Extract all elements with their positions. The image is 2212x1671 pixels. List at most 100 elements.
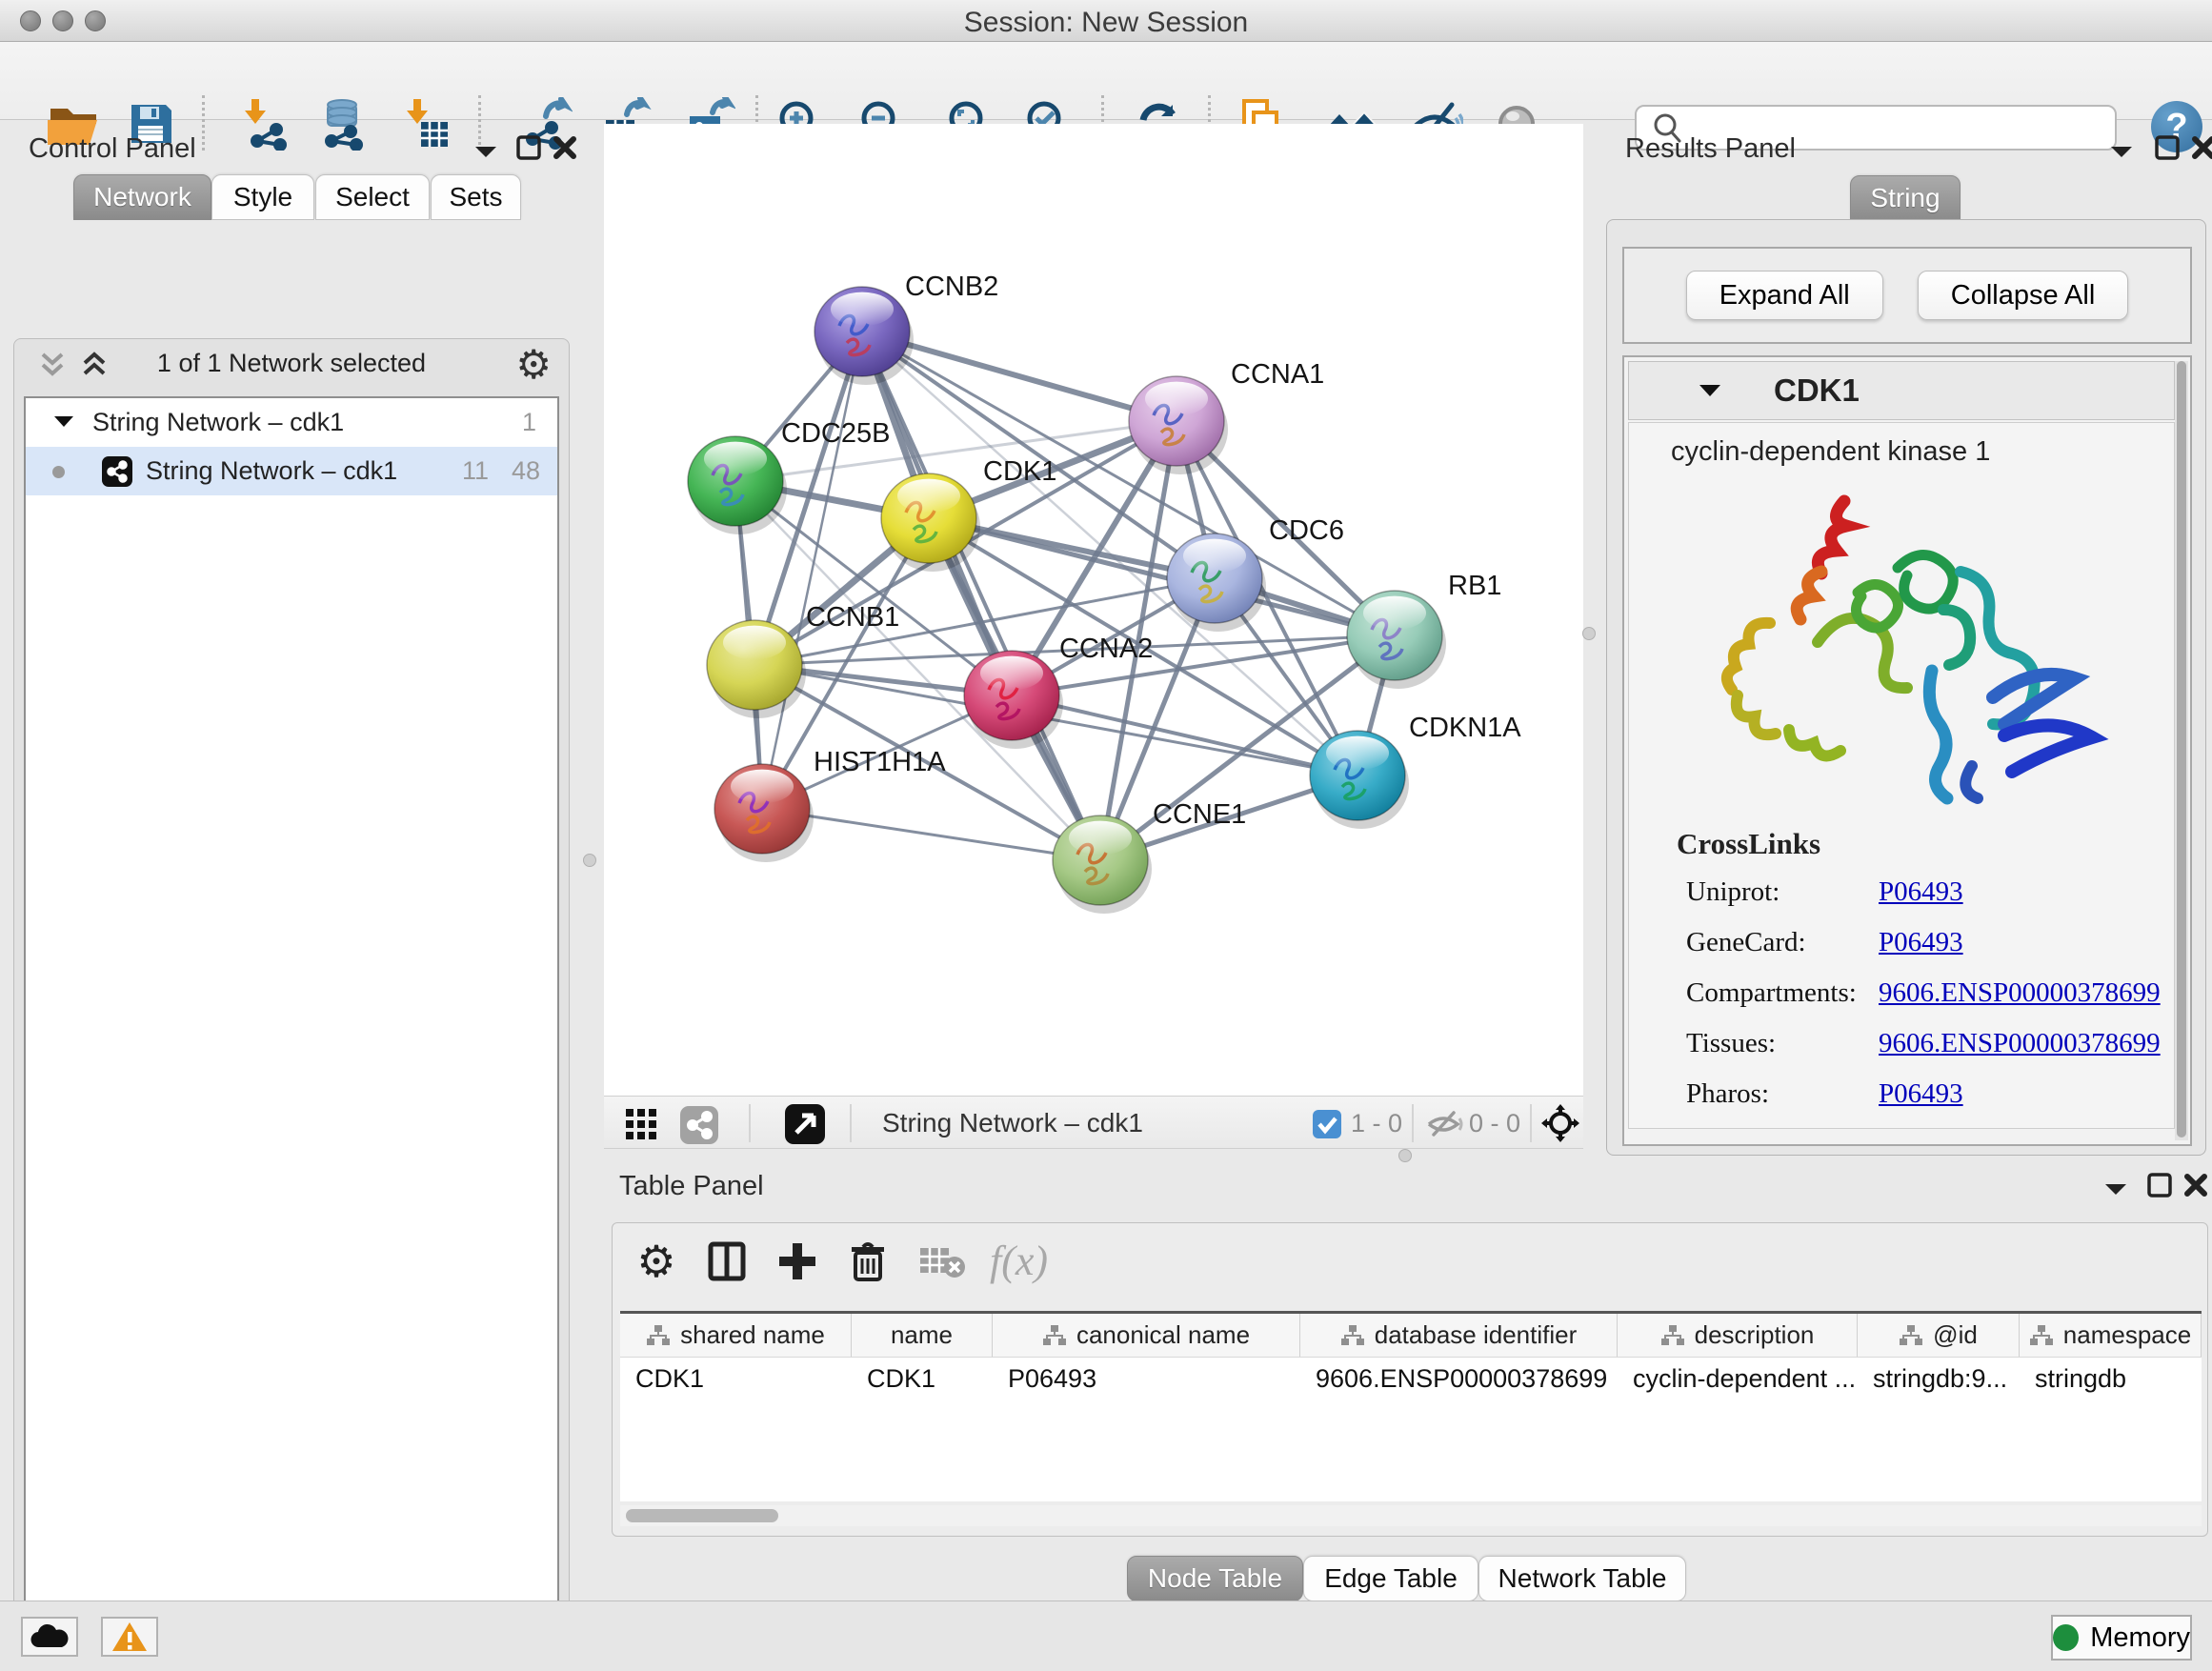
node-RB1[interactable]: RB1 xyxy=(1347,571,1501,689)
crosslink-link[interactable]: P06493 xyxy=(1879,1078,1963,1110)
fit-content-crosshair-icon[interactable] xyxy=(1541,1104,1579,1142)
table-cell-namespace[interactable]: stringdb xyxy=(2020,1358,2202,1400)
tab-network-table[interactable]: Network Table xyxy=(1478,1556,1686,1601)
panel-menu-icon[interactable] xyxy=(2107,143,2136,160)
node-label-CDC6: CDC6 xyxy=(1269,515,1344,546)
table-cell--id[interactable]: stringdb:9... xyxy=(1858,1358,2020,1400)
titlebar: Session: New Session xyxy=(0,0,2212,42)
node-label-CDKN1A: CDKN1A xyxy=(1409,713,1521,743)
node-label-CCNB2: CCNB2 xyxy=(905,272,998,302)
table-cell-description[interactable]: cyclin-dependent ... xyxy=(1618,1358,1858,1400)
node-CCNA1[interactable]: CCNA1 xyxy=(1129,359,1324,474)
column-header-name[interactable]: name xyxy=(852,1314,993,1357)
results-scrollbar-thumb[interactable] xyxy=(2177,361,2186,1137)
network-share-view-icon[interactable] xyxy=(680,1106,718,1144)
expand-all-button[interactable]: Expand All xyxy=(1686,271,1883,320)
network-collection-row[interactable]: String Network – cdk1 1 xyxy=(26,398,557,447)
float-panel-icon[interactable] xyxy=(2145,1171,2174,1199)
collapse-all-button[interactable]: Collapse All xyxy=(1918,271,2129,320)
selected-checkbox-icon[interactable] xyxy=(1313,1110,1341,1138)
table-options-gear-icon[interactable]: ⚙ xyxy=(626,1231,687,1292)
close-panel-icon[interactable] xyxy=(551,133,579,162)
delete-column-button[interactable] xyxy=(837,1231,898,1292)
node-CDK1[interactable]: CDK1 xyxy=(881,456,1056,572)
table-cell-shared-name[interactable]: CDK1 xyxy=(620,1358,852,1400)
table-cell-database-identifier[interactable]: 9606.ENSP00000378699 xyxy=(1300,1358,1618,1400)
window-title: Session: New Session xyxy=(0,7,2212,39)
crosslink-link[interactable]: 9606.ENSP00000378699 xyxy=(1879,1028,2161,1059)
detach-view-icon[interactable] xyxy=(785,1104,825,1144)
gene-header-row[interactable]: CDK1 xyxy=(1628,361,2175,420)
node-CCNB2[interactable]: CCNB2 xyxy=(814,272,998,385)
edge-CCNB2-HIST1H1A[interactable] xyxy=(762,332,862,809)
crosslink-row: Pharos: P06493 xyxy=(1629,1069,2174,1119)
hidden-eye-slash-icon[interactable] xyxy=(1425,1110,1465,1138)
column-header-shared-name[interactable]: shared name xyxy=(620,1314,852,1357)
node-table-container: ⚙ xyxy=(612,1222,2208,1537)
crosslink-row: GeneCard:P06493 xyxy=(1629,917,2174,968)
tab-edge-table[interactable]: Edge Table xyxy=(1303,1556,1478,1601)
panel-menu-icon[interactable] xyxy=(2101,1180,2130,1198)
toolbar-separator xyxy=(1530,1104,1532,1142)
edge-CCNB2-CCNE1[interactable] xyxy=(862,332,1100,860)
column-header--id[interactable]: @id xyxy=(1858,1314,2020,1357)
node-CDKN1A[interactable]: CDKN1A xyxy=(1310,713,1521,829)
column-header-description[interactable]: description xyxy=(1618,1314,1858,1357)
column-header-label: @id xyxy=(1933,1320,1978,1350)
tab-string[interactable]: String xyxy=(1850,175,1961,221)
results-panel: Results Panel String Expand All Collapse… xyxy=(1593,120,2212,1156)
warnings-button[interactable] xyxy=(101,1617,158,1657)
network-row[interactable]: String Network – cdk1 11 48 xyxy=(26,447,557,495)
close-panel-icon[interactable] xyxy=(2189,133,2212,162)
node-CDC25B[interactable]: CDC25B xyxy=(688,418,890,534)
float-panel-icon[interactable] xyxy=(2153,133,2182,162)
main-toolbar: ? xyxy=(0,42,2212,120)
node-HIST1H1A[interactable]: HIST1H1A xyxy=(714,747,946,862)
tab-sets[interactable]: Sets xyxy=(431,174,521,220)
network-options-gear-icon[interactable]: ⚙ xyxy=(515,341,552,388)
edge-CCNA2-CDKN1A[interactable] xyxy=(1012,695,1357,775)
table-cell-name[interactable]: CDK1 xyxy=(852,1358,993,1400)
node-label-CCNE1: CCNE1 xyxy=(1153,799,1246,830)
panel-menu-icon[interactable] xyxy=(472,143,500,160)
create-column-button[interactable] xyxy=(767,1231,828,1292)
column-header-label: name xyxy=(891,1320,953,1350)
cloud-status-button[interactable] xyxy=(21,1617,78,1657)
show-columns-button[interactable] xyxy=(696,1231,757,1292)
column-type-icon xyxy=(2029,1324,2054,1347)
crosslink-label: Pharos: xyxy=(1686,1078,1769,1110)
network-view-panel: CCNB2CCNA1CDC25BCDK1CDC6RB1CCNB1CCNA2CDK… xyxy=(604,120,1583,1156)
crosslink-link[interactable]: P06493 xyxy=(1879,927,1963,958)
grid-view-icon[interactable] xyxy=(625,1108,659,1140)
delete-table-button[interactable] xyxy=(912,1231,973,1292)
memory-button[interactable]: Memory xyxy=(2051,1615,2192,1661)
column-header-label: canonical name xyxy=(1076,1320,1250,1350)
float-panel-icon[interactable] xyxy=(514,133,543,162)
results-scrollbar[interactable] xyxy=(2175,361,2188,1140)
close-panel-icon[interactable] xyxy=(2182,1171,2210,1199)
crosslink-link[interactable]: P06493 xyxy=(1879,876,1963,908)
function-builder-button[interactable]: f(x) xyxy=(990,1237,1048,1285)
crosslink-link[interactable]: 9606.ENSP00000378699 xyxy=(1879,977,2161,1009)
tab-select[interactable]: Select xyxy=(315,174,430,220)
current-network-name: String Network – cdk1 xyxy=(882,1108,1143,1138)
network-canvas[interactable]: CCNB2CCNA1CDC25BCDK1CDC6RB1CCNB1CCNA2CDK… xyxy=(604,124,1583,1096)
table-cell-canonical-name[interactable]: P06493 xyxy=(993,1358,1300,1400)
delete-table-icon xyxy=(918,1242,966,1280)
column-header-namespace[interactable]: namespace xyxy=(2020,1314,2202,1357)
toolbar-separator xyxy=(749,1104,751,1142)
table-scrollbar-thumb[interactable] xyxy=(626,1509,778,1522)
column-type-icon xyxy=(1340,1324,1365,1347)
collection-expand-icon[interactable] xyxy=(52,414,77,432)
tab-network[interactable]: Network xyxy=(73,174,211,220)
column-header-label: description xyxy=(1695,1320,1815,1350)
tab-style[interactable]: Style xyxy=(211,174,314,220)
toolbar-separator xyxy=(1412,1104,1414,1142)
column-header-database-identifier[interactable]: database identifier xyxy=(1300,1314,1618,1357)
left-splitter-handle[interactable] xyxy=(583,854,596,867)
column-header-canonical-name[interactable]: canonical name xyxy=(993,1314,1300,1357)
table-row[interactable]: CDK1CDK1P064939606.ENSP00000378699cyclin… xyxy=(620,1358,2202,1400)
gene-collapse-icon[interactable] xyxy=(1698,383,1724,400)
tab-node-table[interactable]: Node Table xyxy=(1127,1556,1303,1601)
table-horizontal-scrollbar[interactable] xyxy=(620,1505,2202,1526)
